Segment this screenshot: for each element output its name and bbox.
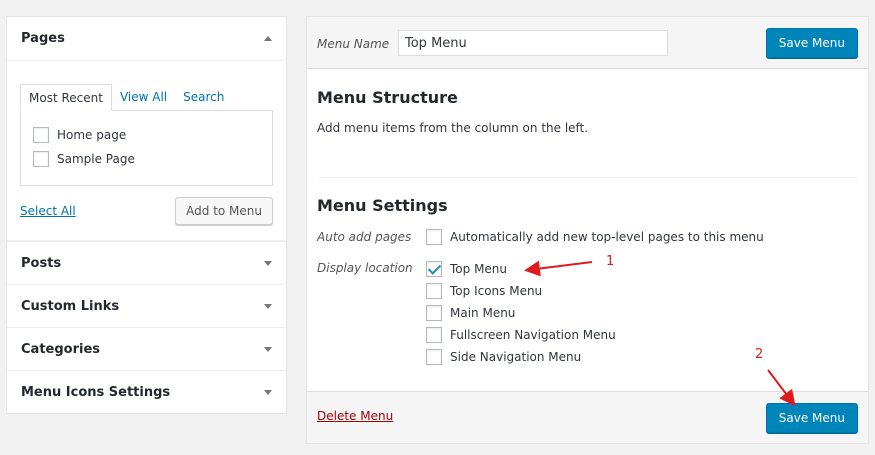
page-home-checkbox[interactable] [33, 127, 49, 143]
pages-actions: Select All Add to Menu [20, 197, 273, 225]
location-fullscreen-nav-menu-checkbox[interactable] [426, 327, 442, 343]
save-menu-button-bottom[interactable]: Save Menu [765, 403, 858, 433]
tab-most-recent[interactable]: Most Recent [20, 84, 112, 111]
accordion-pages-title: Pages [21, 31, 65, 46]
save-menu-button-top[interactable]: Save Menu [765, 28, 858, 58]
location-fullscreen-nav-menu[interactable]: Fullscreen Navigation Menu [426, 327, 616, 343]
location-side-nav-menu-label: Side Navigation Menu [450, 350, 582, 364]
location-top-menu[interactable]: Top Menu [426, 261, 507, 277]
pages-list: Home page Sample Page [20, 110, 273, 186]
page-sample-label: Sample Page [57, 152, 135, 166]
auto-add-pages-label: Auto add pages [317, 230, 412, 244]
expand-triangle-icon [264, 389, 272, 395]
accordion-posts-header[interactable]: Posts [7, 241, 286, 284]
accordion-pages-header[interactable]: Pages [7, 17, 286, 61]
select-all-link[interactable]: Select All [20, 204, 76, 218]
page-home-label: Home page [57, 128, 127, 142]
menu-footer: Delete Menu Save Menu [307, 391, 868, 443]
location-fullscreen-nav-menu-label: Fullscreen Navigation Menu [450, 328, 616, 342]
page-sample-checkbox[interactable] [33, 151, 49, 167]
accordion-categories-title: Categories [21, 341, 101, 357]
location-side-nav-menu-checkbox[interactable] [426, 349, 442, 365]
page-item-sample[interactable]: Sample Page [33, 147, 260, 171]
menu-name-input[interactable] [398, 30, 668, 56]
page-item-home[interactable]: Home page [33, 123, 260, 147]
accordion-pages-body: Most Recent View All Search Home page Sa… [7, 61, 286, 241]
menu-header: Menu Name Save Menu [307, 17, 868, 69]
expand-triangle-icon [264, 303, 272, 309]
annotation-step-2: 2 [755, 347, 764, 362]
add-to-menu-button[interactable]: Add to Menu [175, 197, 273, 225]
location-top-icons-menu[interactable]: Top Icons Menu [426, 283, 542, 299]
menu-items-accordion: Pages Most Recent View All Search Home p… [6, 16, 287, 414]
accordion-posts-title: Posts [21, 255, 62, 271]
auto-add-checkbox[interactable] [426, 229, 442, 245]
accordion-categories-header[interactable]: Categories [7, 327, 286, 370]
expand-triangle-icon [264, 346, 272, 352]
location-main-menu-label: Main Menu [450, 306, 516, 320]
section-divider [317, 177, 858, 178]
display-location-label: Display location [317, 261, 413, 275]
accordion-menu-icons-title: Menu Icons Settings [21, 384, 171, 400]
auto-add-option[interactable]: Automatically add new top-level pages to… [426, 229, 764, 245]
accordion-custom-links-header[interactable]: Custom Links [7, 284, 286, 327]
tab-search[interactable]: Search [175, 84, 232, 111]
location-top-icons-menu-checkbox[interactable] [426, 283, 442, 299]
collapse-triangle-icon [264, 36, 272, 41]
menu-settings-title: Menu Settings [317, 196, 448, 215]
location-top-icons-menu-label: Top Icons Menu [450, 284, 543, 298]
accordion-custom-links-title: Custom Links [21, 298, 120, 314]
menu-structure-description: Add menu items from the column on the le… [317, 121, 589, 135]
tab-view-all[interactable]: View All [112, 84, 175, 111]
location-top-menu-checkbox[interactable] [426, 261, 442, 277]
location-main-menu[interactable]: Main Menu [426, 305, 515, 321]
location-side-nav-menu[interactable]: Side Navigation Menu [426, 349, 581, 365]
menu-name-label: Menu Name [317, 37, 390, 51]
location-main-menu-checkbox[interactable] [426, 305, 442, 321]
accordion-menu-icons-header[interactable]: Menu Icons Settings [7, 370, 286, 413]
auto-add-option-label: Automatically add new top-level pages to… [450, 230, 764, 244]
expand-triangle-icon [264, 260, 272, 266]
menu-edit-panel: Menu Name Save Menu Menu Structure Add m… [306, 16, 869, 444]
delete-menu-link[interactable]: Delete Menu [317, 409, 393, 423]
annotation-step-1: 1 [606, 254, 615, 269]
pages-tabs: Most Recent View All Search [20, 84, 273, 111]
menu-structure-title: Menu Structure [317, 88, 458, 107]
location-top-menu-label: Top Menu [450, 262, 508, 276]
